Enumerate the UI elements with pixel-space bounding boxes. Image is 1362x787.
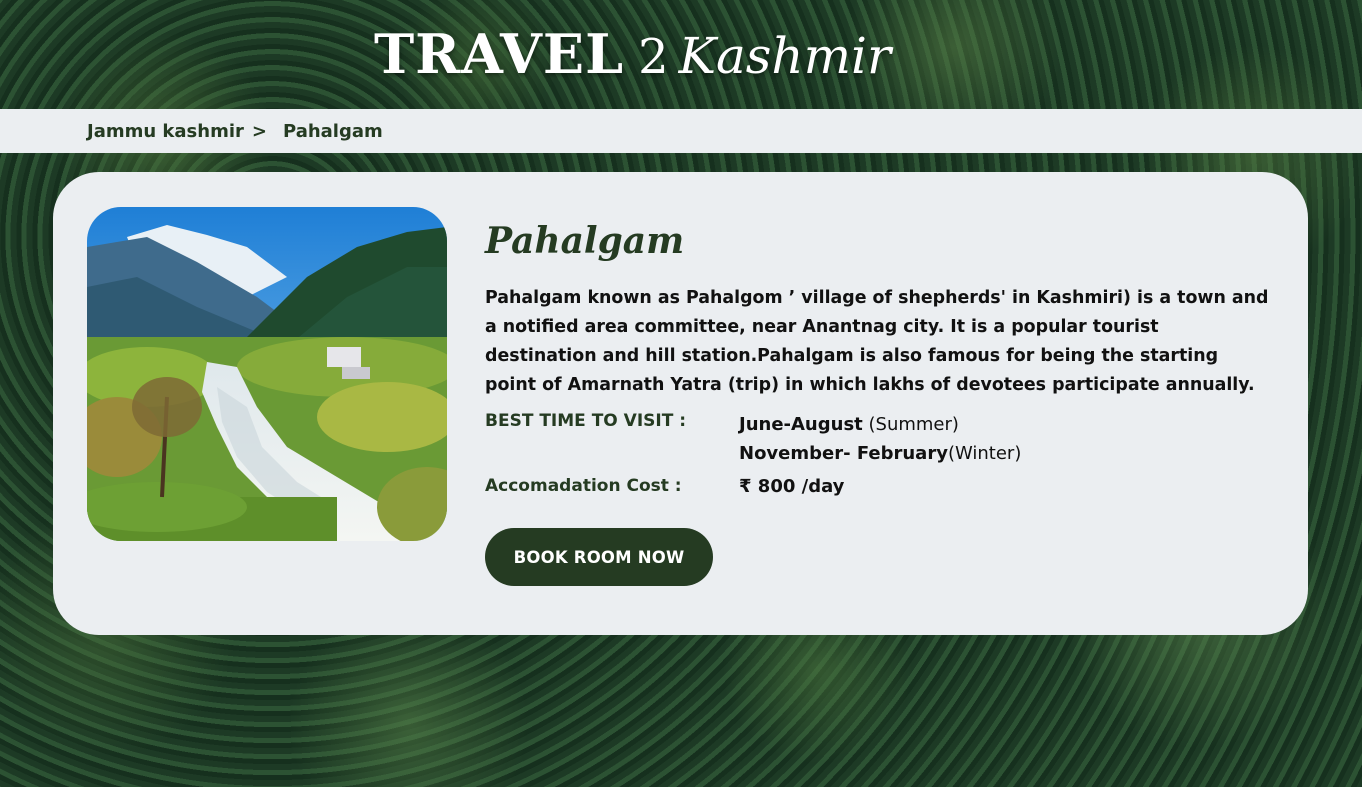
best-time-row: BEST TIME TO VISIT : June-August (Summer… <box>485 410 1275 468</box>
best-time-summer: June-August (Summer) <box>739 410 1021 439</box>
accommodation-cost-value: ₹ 800 /day <box>739 476 845 497</box>
logo-main-text: TRAVEL <box>374 22 625 86</box>
destination-photo <box>87 207 447 541</box>
destination-title: Pahalgam <box>485 220 685 262</box>
breadcrumb: Jammu kashmir > Pahalgam <box>0 109 1362 153</box>
destination-description: Pahalgam known as Pahalgom ’ village of … <box>485 288 1269 395</box>
pahalgam-landscape-image <box>87 207 447 541</box>
book-room-button[interactable]: BOOK ROOM NOW <box>485 528 713 586</box>
site-header: TRAVEL 2 Kashmir <box>0 0 1362 109</box>
winter-months: November- February <box>739 443 948 464</box>
best-time-winter: November- February(Winter) <box>739 439 1021 468</box>
logo-number: 2 <box>638 29 669 85</box>
site-logo[interactable]: TRAVEL 2 Kashmir <box>374 22 891 92</box>
summer-season: (Summer) <box>862 414 959 435</box>
winter-season: (Winter) <box>947 443 1022 464</box>
accommodation-cost-value-wrap: ₹ 800 /day <box>739 472 844 501</box>
destination-info: Pahalgam Pahalgam known as Pahalgom ’ vi… <box>485 220 1275 586</box>
breadcrumb-separator: > <box>251 120 267 142</box>
breadcrumb-parent-link[interactable]: Jammu kashmir <box>87 121 244 142</box>
best-time-values: June-August (Summer) November- February(… <box>739 410 1021 468</box>
accommodation-cost-label: Accomadation Cost : <box>485 476 682 496</box>
accommodation-cost-row: Accomadation Cost : ₹ 800 /day <box>485 472 1275 501</box>
logo-script-text: Kashmir <box>678 27 891 85</box>
destination-card: Pahalgam Pahalgam known as Pahalgom ’ vi… <box>53 172 1308 635</box>
summer-months: June-August <box>739 414 863 435</box>
breadcrumb-current[interactable]: Pahalgam <box>283 121 383 142</box>
best-time-label: BEST TIME TO VISIT : <box>485 411 687 431</box>
